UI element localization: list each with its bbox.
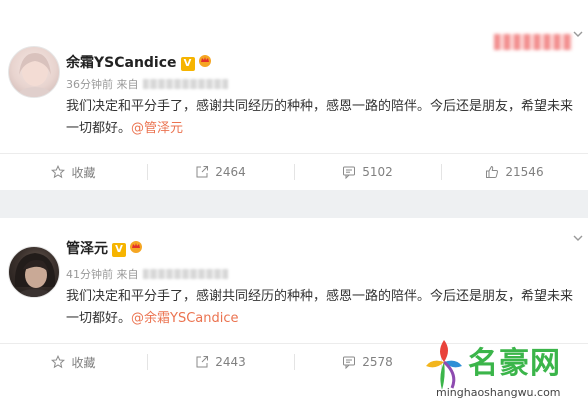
author-name-text: 余霜YSCandice (66, 55, 177, 71)
author-name[interactable]: 余霜YSCandice V (66, 52, 212, 72)
favorite-button[interactable]: 收藏 (0, 154, 147, 190)
author-name-text: 管泽元 (66, 241, 108, 257)
comment-button[interactable]: 5102 (294, 154, 441, 190)
verified-icon: V (112, 243, 126, 257)
post-time[interactable]: 36分钟前 (66, 78, 113, 91)
chevron-down-icon[interactable] (572, 28, 584, 40)
blurred-source (142, 269, 228, 279)
comment-count: 5102 (362, 165, 393, 179)
weibo-post-1: 余霜YSCandice V 36分钟前 来自 我们决定和平分手了，感谢共同经历的种… (0, 0, 588, 190)
post-time[interactable]: 41分钟前 (66, 268, 113, 281)
watermark-title: 名豪网 (468, 346, 561, 381)
post-meta: 36分钟前 来自 (66, 76, 228, 92)
post-content: 我们决定和平分手了，感谢共同经历的种种，感恩一路的陪伴。今后还是朋友，希望未来一… (66, 286, 581, 330)
comment-icon (343, 356, 356, 369)
star-icon (51, 165, 66, 179)
star-icon (51, 355, 66, 369)
watermark-url: minghaoshangwu.com (436, 386, 561, 399)
repost-button[interactable]: 2443 (147, 344, 294, 380)
repost-button[interactable]: 2464 (147, 154, 294, 190)
comment-count: 2578 (362, 355, 393, 369)
author-name[interactable]: 管泽元 V (66, 238, 143, 258)
like-count: 21546 (505, 165, 544, 179)
blurred-red-label (494, 34, 572, 50)
repost-count: 2443 (215, 355, 246, 369)
post-content: 我们决定和平分手了，感谢共同经历的种种，感恩一路的陪伴。今后还是朋友，希望未来一… (66, 96, 581, 140)
thumbs-up-icon (486, 165, 499, 178)
avatar[interactable] (8, 46, 60, 98)
chevron-down-icon[interactable] (572, 232, 584, 244)
source-label: 来自 (116, 268, 139, 281)
crown-icon (198, 55, 211, 67)
comment-icon (343, 166, 356, 179)
site-watermark: 名豪网 minghaoshangwu.com (418, 334, 588, 405)
avatar[interactable] (8, 246, 60, 298)
mention-link[interactable]: @管泽元 (131, 121, 183, 136)
repost-count: 2464 (215, 165, 246, 179)
repost-icon (196, 356, 209, 368)
favorite-label: 收藏 (71, 165, 96, 180)
verified-icon: V (180, 57, 195, 71)
mention-link[interactable]: @余霜YSCandice (131, 311, 239, 326)
blurred-source (142, 79, 228, 89)
crown-icon (130, 241, 142, 253)
action-bar: 收藏 2464 5102 21546 (0, 154, 588, 190)
repost-icon (196, 166, 209, 178)
like-button[interactable]: 21546 (441, 154, 588, 190)
favorite-button[interactable]: 收藏 (0, 344, 147, 380)
source-label: 来自 (116, 78, 139, 91)
watermark-logo-icon (426, 340, 462, 390)
favorite-label: 收藏 (71, 355, 96, 370)
post-meta: 41分钟前 来自 (66, 266, 228, 282)
